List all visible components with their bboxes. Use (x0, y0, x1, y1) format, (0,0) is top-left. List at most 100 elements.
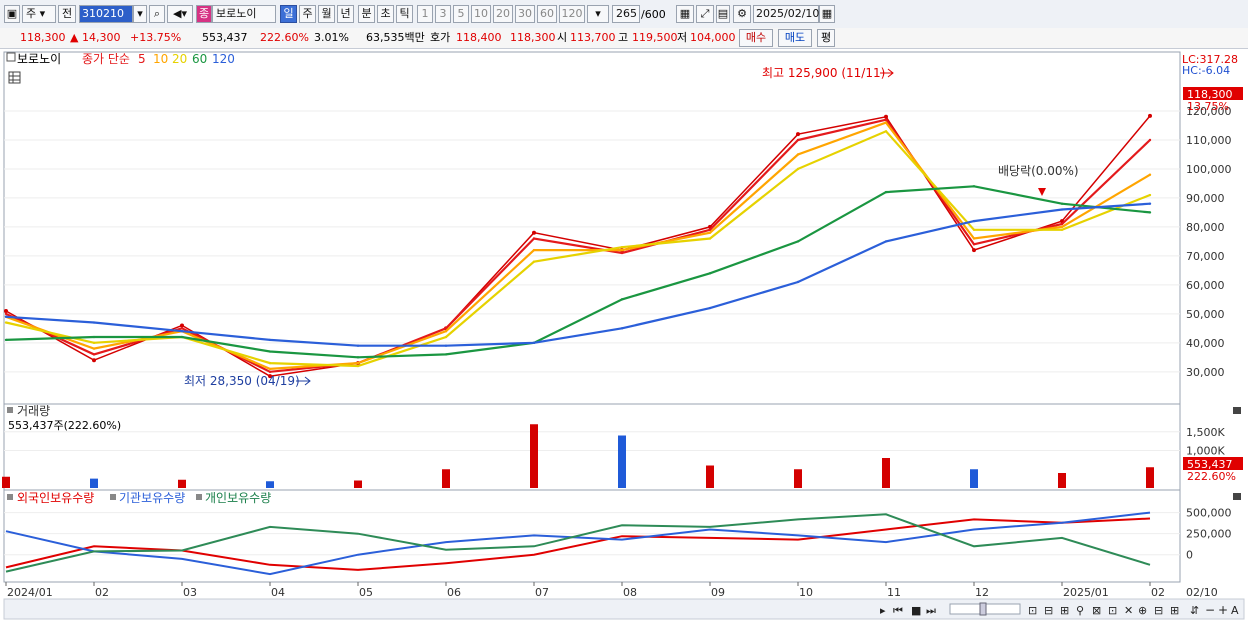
table-icon[interactable] (8, 71, 21, 84)
sell-button[interactable]: 매도 (778, 29, 812, 47)
code-input[interactable]: 310210 (79, 5, 133, 23)
zoom-slider-handle[interactable] (979, 602, 987, 616)
buy-button[interactable]: 매수 (739, 29, 773, 47)
window-icon[interactable]: ▣ (4, 5, 20, 23)
calendar-icon[interactable]: ▦ (819, 5, 835, 23)
tool-icon-8[interactable]: ⊕ (1138, 604, 1147, 617)
interval-60[interactable]: 60 (537, 5, 557, 23)
price-tick-label: 50,000 (1186, 308, 1225, 321)
x-tick-label: 12 (975, 586, 989, 599)
prev-button[interactable]: 전 (58, 5, 76, 23)
price-point (532, 248, 536, 252)
x-tick-label: 2024/01 (7, 586, 53, 599)
interval-120[interactable]: 120 (559, 5, 585, 23)
x-tick-label: 07 (535, 586, 549, 599)
price-point (708, 231, 712, 234)
interval-5[interactable]: 5 (453, 5, 469, 23)
tool-icon-3[interactable]: ⊞ (1060, 604, 1069, 617)
price-point (268, 367, 272, 371)
interval-dropdown[interactable]: ▾ (587, 5, 609, 23)
panel-menu-icon[interactable] (6, 52, 16, 62)
scroll-right-icon[interactable]: ▸ (880, 604, 886, 617)
volume-bar (266, 481, 274, 488)
interval-3[interactable]: 3 (435, 5, 451, 23)
holder-tick-label: 250,000 (1186, 528, 1232, 541)
holder-inst-icon (110, 494, 116, 500)
price-point (268, 338, 272, 342)
hc-label: HC:-6.04 (1182, 64, 1230, 77)
count-input[interactable]: 265 (612, 5, 640, 23)
price-point (796, 280, 800, 284)
grid-icon[interactable]: ▦ (676, 5, 694, 23)
price-point (972, 228, 976, 232)
price-point (884, 114, 888, 119)
price-point (1148, 138, 1152, 142)
forward-icon[interactable]: ⏭ (926, 604, 936, 617)
period-minute[interactable]: 분 (358, 5, 375, 23)
price-point (532, 230, 536, 235)
sound-icon[interactable]: ◀▾ (167, 5, 193, 23)
price-point (1148, 193, 1152, 197)
zoom-out-icon[interactable]: − (1205, 603, 1215, 617)
volume-bar (354, 480, 362, 488)
period-year[interactable]: 년 (337, 5, 354, 23)
search-icon[interactable]: ⌕ (149, 5, 165, 23)
price-point (972, 237, 976, 240)
interval-30[interactable]: 30 (515, 5, 535, 23)
date-input[interactable]: 2025/02/10 (753, 5, 819, 23)
open-label: 시 (557, 31, 568, 44)
gear-icon[interactable]: ⚙ (733, 5, 751, 23)
stop-icon[interactable]: ■ (911, 604, 921, 617)
price-point (444, 330, 448, 333)
tool-icon-7[interactable]: ✕ (1124, 604, 1133, 617)
zoom-in-icon[interactable]: + (1218, 603, 1228, 617)
x-tick-label: 10 (799, 586, 813, 599)
x-tick-label: 2025/01 (1063, 586, 1109, 599)
tool-icon-6[interactable]: ⊡ (1108, 604, 1117, 617)
period-day[interactable]: 일 (280, 5, 297, 23)
interval-20[interactable]: 20 (493, 5, 513, 23)
price-tick-label: 40,000 (1186, 337, 1225, 350)
price-point (532, 260, 536, 263)
font-size-icon[interactable]: A (1231, 604, 1239, 617)
price-point (884, 190, 888, 194)
price-point (180, 327, 184, 330)
volume-bar (1058, 473, 1066, 488)
period-second[interactable]: 초 (377, 5, 394, 23)
tool-icon-5[interactable]: ⊠ (1092, 604, 1101, 617)
tool-icon-1[interactable]: ⊡ (1028, 604, 1037, 617)
period-week[interactable]: 주 (299, 5, 316, 23)
save-icon[interactable]: ▤ (716, 5, 730, 23)
period-tick[interactable]: 틱 (396, 5, 413, 23)
type-select[interactable]: 주 ▾ (22, 5, 56, 23)
tool-icon-4[interactable]: ⚲ (1076, 604, 1084, 617)
volume-value: 553,437 (202, 31, 248, 44)
tool-icon-10[interactable]: ⊞ (1170, 604, 1179, 617)
tool-icon-2[interactable]: ⊟ (1044, 604, 1053, 617)
interval-10[interactable]: 10 (471, 5, 491, 23)
tool-icon-9[interactable]: ⊟ (1154, 604, 1163, 617)
chevron-down-icon[interactable]: ▾ (133, 5, 147, 23)
volume-sub: 553,437주(222.60%) (8, 419, 121, 432)
price-point (1060, 228, 1064, 232)
stock-name[interactable]: 보로노이 (212, 5, 276, 23)
interval-1[interactable]: 1 (417, 5, 433, 23)
price-point (708, 272, 712, 275)
volume-close-icon[interactable] (1233, 407, 1241, 414)
align-icon[interactable]: ⇵ (1190, 604, 1199, 617)
rewind-icon[interactable]: ⏮ (893, 604, 903, 617)
price-tick-label: 80,000 (1186, 221, 1225, 234)
price-tick-label: 70,000 (1186, 250, 1225, 263)
info-bar: 118,300 ▲ 14,300 +13.75% 553,437 222.60%… (0, 28, 1248, 49)
volume-tick-label: 1,500K (1186, 426, 1225, 439)
flat-button[interactable]: 평 (817, 29, 835, 47)
price-point (532, 341, 536, 345)
change-percent: +13.75% (130, 31, 182, 44)
holder-close-icon[interactable] (1233, 493, 1241, 500)
chart-area: 120,000 110,000 100,000 90,000 80,000 70,000 6… (0, 49, 1248, 621)
period-month[interactable]: 월 (318, 5, 335, 23)
price-point (708, 237, 712, 240)
bottom-bar (3, 598, 1245, 620)
turnover-rate: 3.01% (314, 31, 349, 44)
expand-icon[interactable]: ⤢ (696, 5, 714, 23)
